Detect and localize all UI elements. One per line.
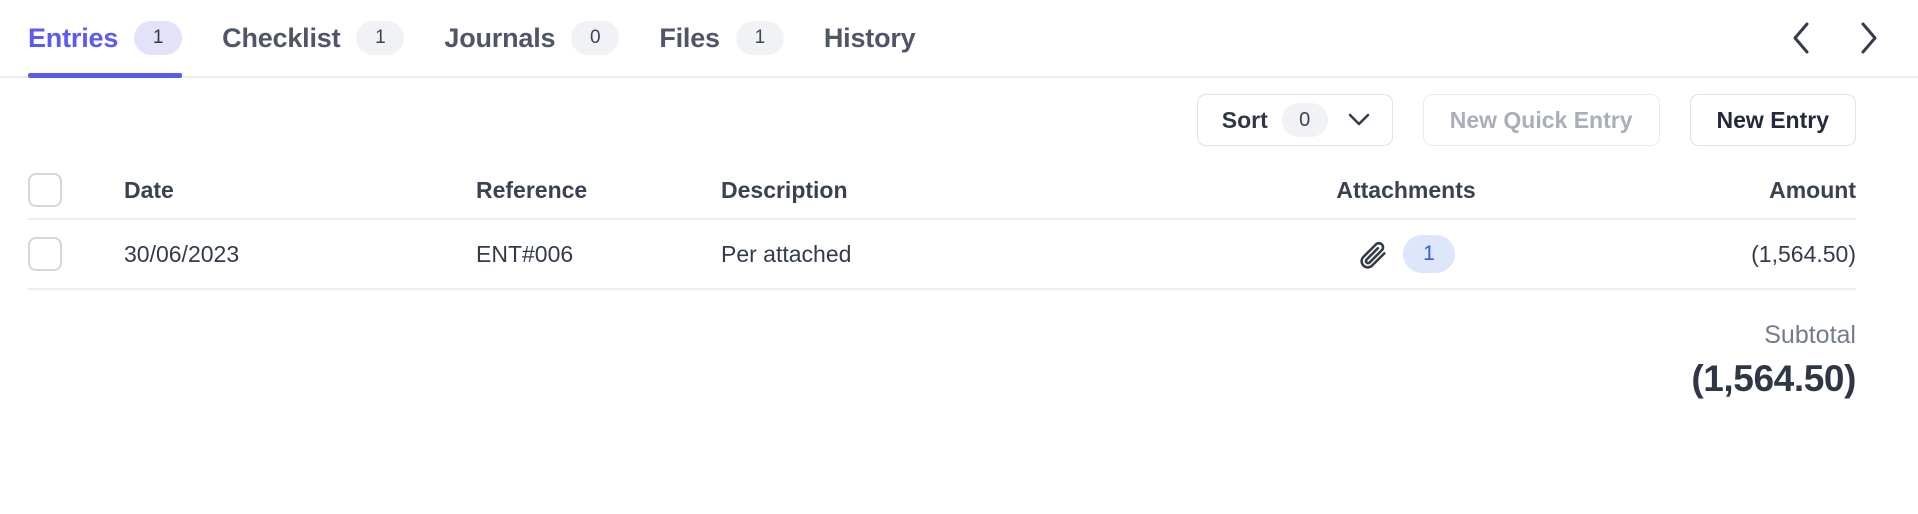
tab-journals-badge: 0 — [571, 21, 620, 55]
tab-history[interactable]: History — [824, 0, 936, 76]
paperclip-icon[interactable] — [1357, 238, 1389, 270]
row-select-checkbox[interactable] — [28, 237, 62, 271]
subtotal-section: Subtotal (1,564.50) — [0, 290, 1918, 401]
chevron-right-icon[interactable] — [1852, 21, 1886, 55]
sort-button[interactable]: Sort 0 — [1196, 94, 1393, 146]
tab-bar: Entries 1 Checklist 1 Journals 0 Files 1… — [0, 0, 1918, 78]
tab-checklist-label: Checklist — [222, 22, 341, 53]
tab-checklist-badge: 1 — [356, 21, 405, 55]
new-entry-button[interactable]: New Entry — [1689, 94, 1856, 146]
subtotal-value: (1,564.50) — [1691, 358, 1856, 399]
column-header-attachments: Attachments — [1336, 176, 1476, 203]
tab-files-badge: 1 — [735, 21, 784, 55]
row-select-cell — [28, 237, 124, 271]
tab-entries[interactable]: Entries 1 — [28, 0, 202, 78]
tab-nav-controls — [1784, 21, 1890, 55]
chevron-left-icon[interactable] — [1784, 21, 1818, 55]
chevron-down-icon — [1344, 113, 1374, 127]
cell-date: 30/06/2023 — [124, 240, 240, 267]
select-all-checkbox[interactable] — [28, 173, 62, 207]
cell-amount: (1,564.50) — [1751, 240, 1856, 267]
tab-entries-label: Entries — [28, 22, 119, 53]
tab-journals[interactable]: Journals 0 — [444, 0, 639, 76]
column-header-reference: Reference — [476, 176, 588, 203]
new-quick-entry-label: New Quick Entry — [1449, 106, 1633, 133]
tab-list: Entries 1 Checklist 1 Journals 0 Files 1… — [28, 0, 955, 78]
sort-count-badge: 0 — [1281, 103, 1328, 137]
entries-panel: Entries 1 Checklist 1 Journals 0 Files 1… — [0, 0, 1918, 514]
attachment-count-badge[interactable]: 1 — [1403, 235, 1455, 273]
new-entry-label: New Entry — [1716, 106, 1829, 133]
table-header-row: Date Reference Description Attachments A… — [28, 162, 1856, 220]
tab-journals-label: Journals — [444, 22, 556, 53]
column-header-description: Description — [721, 176, 848, 203]
cell-reference: ENT#006 — [476, 240, 574, 267]
sort-button-label: Sort — [1221, 106, 1268, 133]
tab-files[interactable]: Files 1 — [659, 0, 804, 76]
column-header-amount: Amount — [1769, 176, 1856, 203]
new-quick-entry-button[interactable]: New Quick Entry — [1422, 94, 1660, 146]
tab-history-label: History — [823, 22, 916, 53]
subtotal-label: Subtotal — [1764, 321, 1856, 349]
entries-table: Date Reference Description Attachments A… — [0, 162, 1918, 290]
tab-checklist[interactable]: Checklist 1 — [222, 0, 424, 76]
cell-attachments: 1 — [1256, 235, 1556, 273]
entries-toolbar: Sort 0 New Quick Entry New Entry — [0, 78, 1918, 162]
tab-entries-badge: 1 — [134, 21, 183, 55]
cell-description: Per attached — [721, 240, 852, 267]
tab-files-label: Files — [659, 22, 720, 53]
attachment-group: 1 — [1357, 235, 1455, 273]
table-row[interactable]: 30/06/2023 ENT#006 Per attached 1 (1,564… — [28, 220, 1856, 290]
column-header-date: Date — [124, 176, 174, 203]
select-all-cell — [28, 173, 124, 207]
